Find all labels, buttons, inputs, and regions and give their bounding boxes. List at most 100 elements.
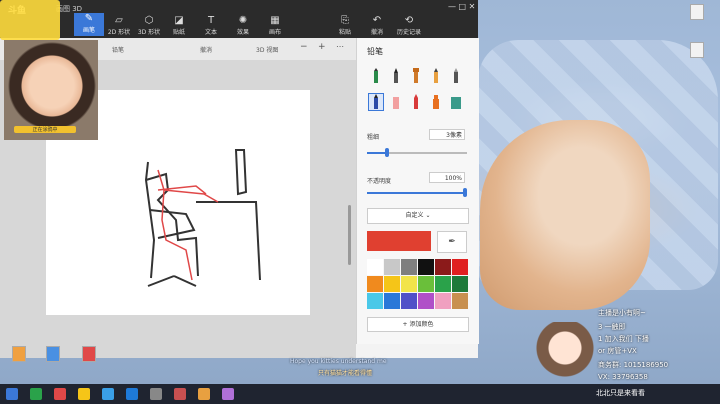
undo-icon: ↶ [372,15,382,26]
opacity-slider-thumb[interactable] [463,188,467,197]
palette-swatch[interactable] [384,276,400,292]
brush-icon: ✎ [84,13,94,24]
chat-line: or 房管+VX [598,347,637,355]
palette-swatch[interactable] [367,276,383,292]
palette-swatch[interactable] [452,293,468,309]
window-controls[interactable]: — □ ✕ [448,2,475,11]
effects-icon: ✺ [238,15,248,26]
brush-settings-panel: 铅笔 粗细 3像素 不透明度 100% 自定义 ⌄ ✒ + 添加颜色 [356,38,479,344]
undo-label[interactable]: 撤消 [200,45,212,54]
zoom-out-icon[interactable]: − [300,42,308,52]
chat-line: 3 一触即 [598,323,626,331]
desktop-file-icon[interactable] [690,4,704,20]
edge-icon[interactable] [102,388,114,400]
vertical-scrollbar[interactable] [348,205,351,265]
tool-brush[interactable]: ✎ 画笔 [74,13,104,36]
palette-swatch[interactable] [401,293,417,309]
opacity-label: 不透明度 [367,178,392,185]
brush-name-label: 铅笔 [112,47,125,54]
chat-line: 商务群: 1015186950 [598,361,669,369]
tool-canvas[interactable]: ▦ 画布 [260,15,290,36]
tool-text[interactable]: T 文本 [196,15,226,36]
marquee-text: 北北只是来看看 [596,389,645,397]
palette-swatch[interactable] [418,293,434,309]
wallpaper-cat [480,120,650,310]
palette-swatch[interactable] [452,276,468,292]
view-3d-toggle[interactable]: 3D 视图 [256,45,278,54]
pixel-pen-icon[interactable] [449,68,463,84]
chat-line: 主播是小有啊~ [598,309,646,317]
ribbon-toolbar: 斗鱼 画图 3D — □ ✕ ✎画笔 ▱2D 形状 ⬡3D 形状 ◪贴纸 T文本… [0,0,478,38]
opacity-slider-fill [367,192,467,194]
palette-swatch[interactable] [418,259,434,275]
zoom-in-icon[interactable]: + [318,42,326,52]
thickness-label: 粗细 [367,134,380,141]
text-icon: T [207,15,215,26]
webcam-feed [4,40,98,140]
undo-button[interactable]: ↶ 撤消 [362,15,392,36]
cube-icon: ⬡ [144,15,154,26]
start-icon[interactable] [6,388,18,400]
subtitle-chinese: 只有猫猫才能看得懂 [318,370,373,377]
wechat-icon[interactable] [30,388,42,400]
tool-2d-shape[interactable]: ▱ 2D 形状 [104,15,134,36]
eraser-icon[interactable] [389,94,403,110]
palette-swatch[interactable] [418,276,434,292]
taskbar-app-icon[interactable] [126,388,138,400]
fill-bucket-icon[interactable] [449,94,463,110]
thickness-slider-fill [367,152,387,154]
brush-preset-dropdown[interactable]: 自定义 ⌄ [367,208,469,224]
desktop-app-icon[interactable] [46,346,60,362]
color-palette [367,259,469,309]
tool-sticker[interactable]: ◪ 贴纸 [164,15,194,36]
desktop-file-icon[interactable] [690,42,704,58]
desktop-app-icon[interactable] [12,346,26,362]
opacity-input[interactable]: 100% [429,172,465,183]
palette-swatch[interactable] [435,259,451,275]
palette-swatch[interactable] [384,259,400,275]
thickness-slider-thumb[interactable] [385,148,389,157]
tool-3d-shape[interactable]: ⬡ 3D 形状 [134,15,164,36]
crayon-icon[interactable] [409,94,423,110]
thickness-input[interactable]: 3像素 [429,129,465,140]
palette-swatch[interactable] [452,259,468,275]
palette-swatch[interactable] [435,276,451,292]
subtitle-english: Hope you kitties understand me [290,358,387,365]
palette-swatch[interactable] [367,293,383,309]
streamer-badge [0,0,60,40]
palette-swatch[interactable] [384,293,400,309]
palette-swatch[interactable] [435,293,451,309]
eyedropper-icon[interactable]: ✒ [437,231,467,253]
palette-swatch[interactable] [401,259,417,275]
chat-line: VX: 33796358 [598,373,648,381]
webcam-caption: 正在涂鸦中 [14,126,76,133]
taskbar-app-icon[interactable] [174,388,186,400]
add-color-button[interactable]: + 添加颜色 [367,317,469,332]
spray-can-icon[interactable] [429,94,443,110]
tool-effects[interactable]: ✺ 效果 [228,15,258,36]
file-explorer-icon[interactable] [78,388,90,400]
desktop-app-icon[interactable] [82,346,96,362]
paste-button[interactable]: ⎘ 粘贴 [330,15,360,36]
current-color-swatch[interactable] [367,231,431,251]
palette-swatch[interactable] [401,276,417,292]
history-button[interactable]: ⟲ 历史记录 [394,15,424,36]
sticker-icon: ◪ [174,15,184,26]
history-icon: ⟲ [404,15,414,26]
more-icon[interactable]: ⋯ [336,42,344,51]
vtuber-avatar [535,322,595,384]
panel-title: 铅笔 [367,47,383,56]
taskbar-app-icon[interactable] [150,388,162,400]
canvas-icon: ▦ [270,15,280,26]
oil-brush-icon[interactable] [409,68,423,84]
taskbar-app-icon[interactable] [198,388,210,400]
paste-icon: ⎘ [341,15,349,26]
watercolor-brush-icon[interactable] [429,68,443,84]
paint3d-taskbar-icon[interactable] [222,388,234,400]
calligraphy-pen-icon[interactable] [389,68,403,84]
marker-brush-icon[interactable] [369,68,383,84]
taskbar-app-icon[interactable] [54,388,66,400]
palette-swatch[interactable] [367,259,383,275]
chat-line: 1 加入我们 下播 [598,335,649,343]
pencil-brush-icon[interactable] [368,93,384,111]
